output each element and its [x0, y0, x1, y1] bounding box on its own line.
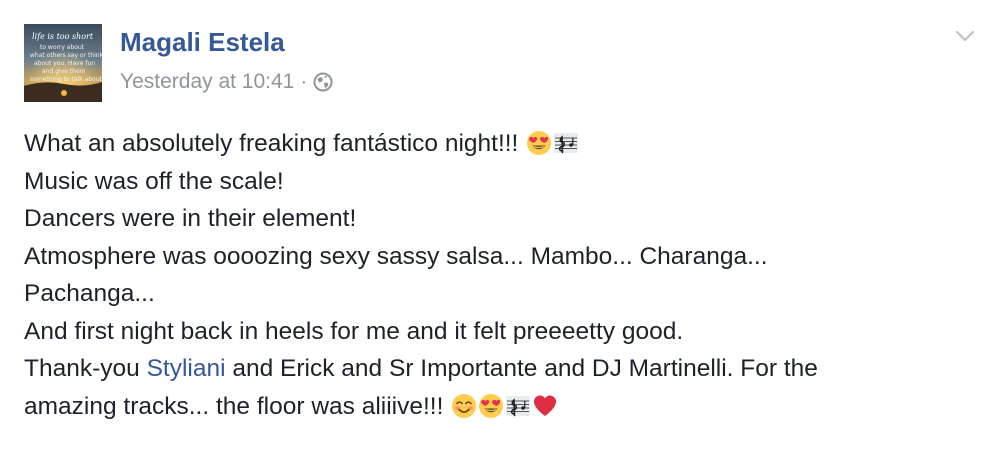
post-line-6: And first night back in heels for me and…	[24, 317, 684, 345]
avatar-text-2: what others say or think	[30, 52, 102, 59]
avatar-text-1: to worry about	[40, 44, 85, 51]
post-line-5: Pachanga...	[24, 280, 155, 307]
author-name-link[interactable]: Magali Estela	[120, 27, 285, 58]
avatar-text-0: life is too short	[32, 32, 94, 41]
heart-eyes-emoji-icon	[478, 393, 504, 419]
heart-eyes-emoji-icon	[526, 130, 552, 156]
avatar-text-3: about you. Have fun	[34, 60, 95, 67]
avatar-text-5: something to talk about.	[30, 76, 102, 83]
timestamp-link[interactable]: Yesterday at 10:41	[120, 70, 294, 94]
mention-link-styliani[interactable]: Styliani	[147, 355, 226, 382]
post-line-3: Dancers were in their element!	[24, 205, 357, 232]
post-text-line-8: amazing tracks... the floor was aliiive!…	[24, 392, 444, 420]
meta-separator: ·	[300, 70, 308, 93]
musical-score-emoji-icon	[553, 130, 579, 156]
post-line-7-prefix: Thank-you	[24, 355, 147, 382]
red-heart-emoji-icon	[532, 393, 558, 419]
post-line-2: Music was off the scale!	[24, 167, 284, 195]
post-meta: Yesterday at 10:41 ·	[120, 68, 333, 96]
post-line-7-suffix: and Erick and Sr Importante and DJ Marti…	[225, 355, 818, 382]
avatar[interactable]: life is too short to worry about what ot…	[24, 24, 102, 102]
chevron-down-icon[interactable]	[952, 26, 978, 46]
post-line-7: Thank-you Styliani and Erick and Sr Impo…	[24, 350, 974, 388]
post-line-4: Atmosphere was oooozing sexy sassy salsa…	[24, 242, 768, 270]
post-body: What an absolutely freaking fantástico n…	[24, 125, 974, 425]
avatar-text-4: and give them	[42, 68, 86, 75]
post-line-8: amazing tracks... the floor was aliiive!…	[24, 388, 974, 426]
post-line-1: What an absolutely freaking fantástico n…	[24, 125, 974, 163]
post-text-line-1: What an absolutely freaking fantástico n…	[24, 130, 519, 157]
globe-icon[interactable]	[313, 72, 333, 92]
musical-score-emoji-icon	[505, 393, 531, 419]
smiling-blush-emoji-icon	[451, 393, 477, 419]
facebook-post: life is too short to worry about what ot…	[0, 0, 998, 450]
